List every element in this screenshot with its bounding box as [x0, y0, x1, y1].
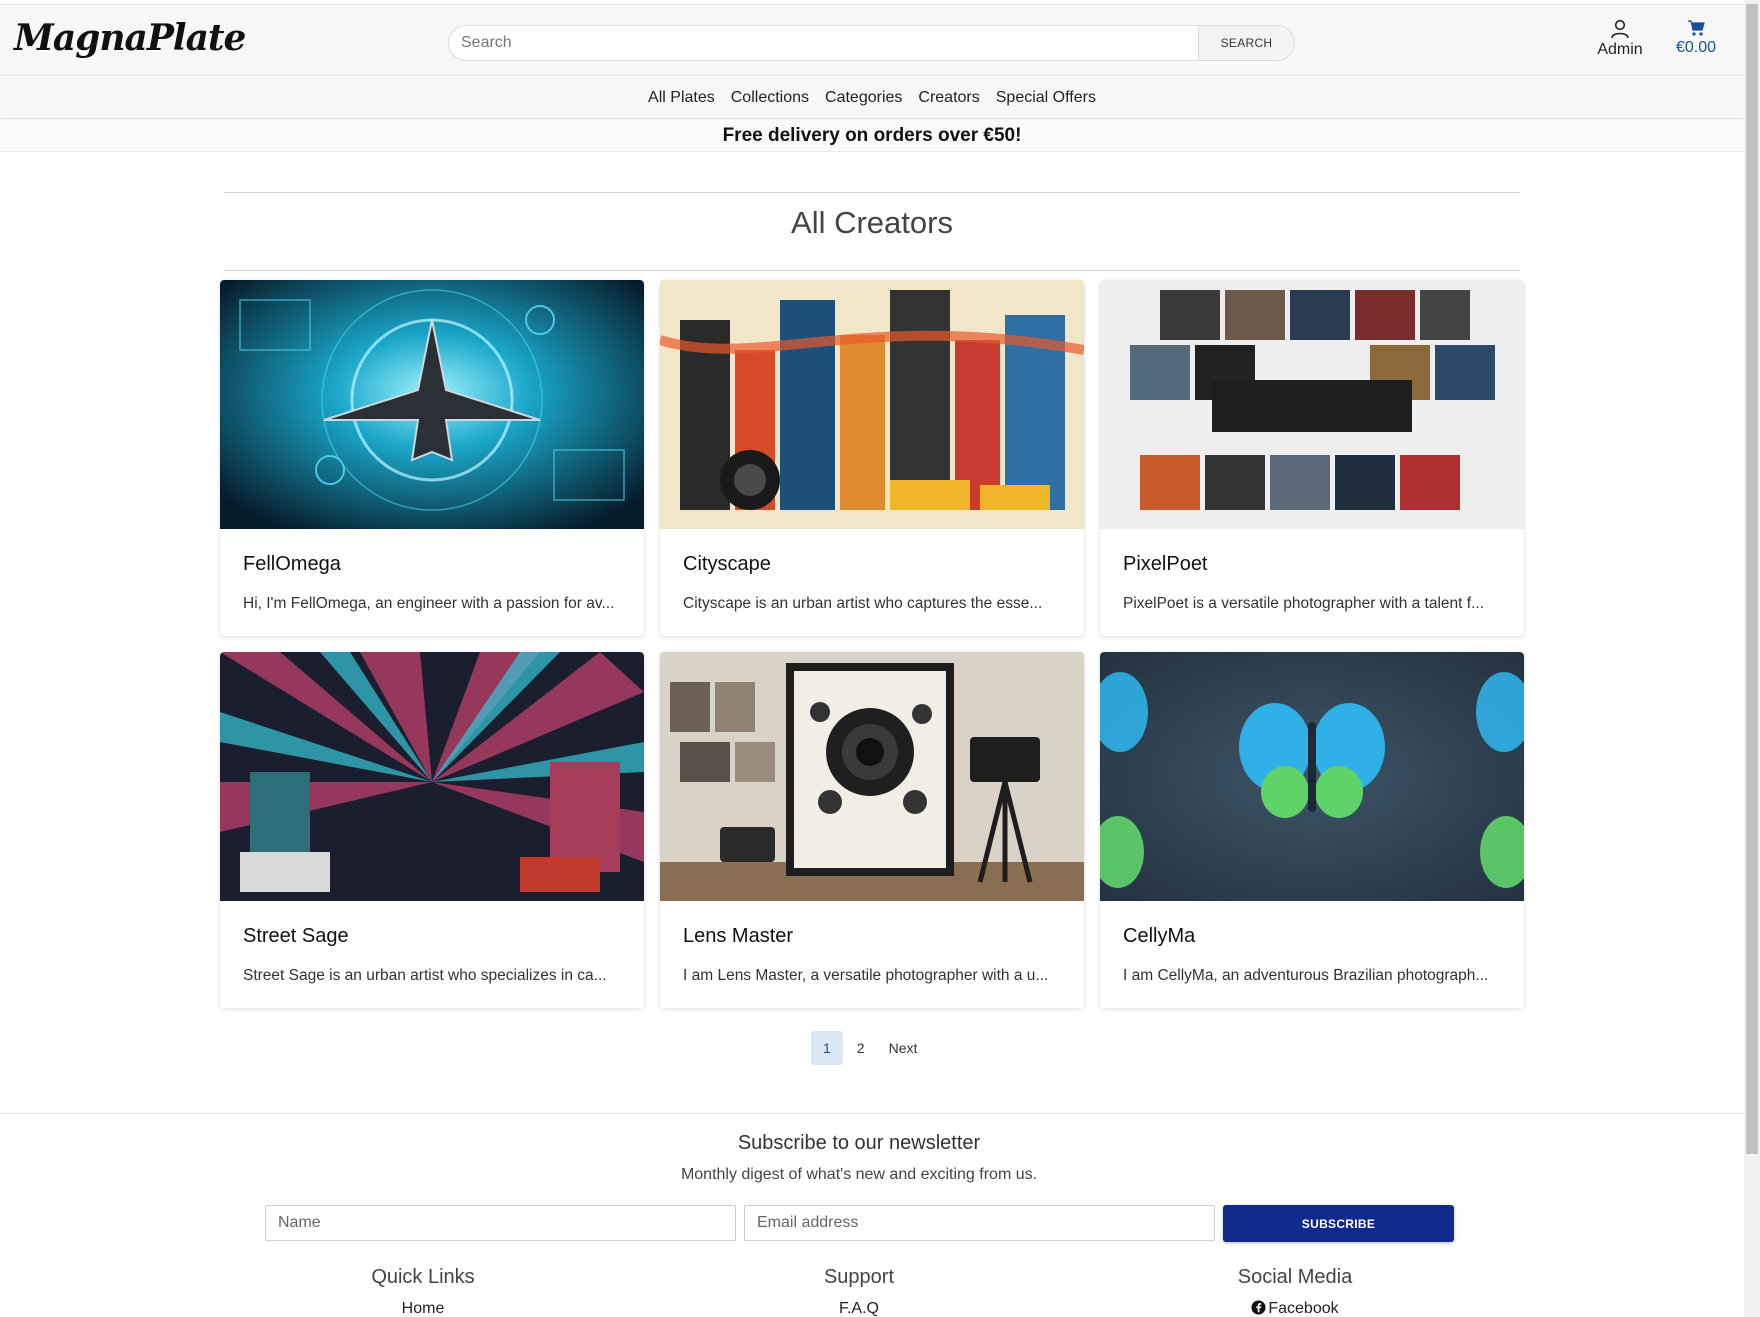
- footer-link-faq[interactable]: F.A.Q: [739, 1300, 979, 1317]
- creator-description: I am CellyMa, an adventurous Brazilian p…: [1123, 967, 1489, 984]
- quick-links-heading: Quick Links: [371, 1266, 475, 1288]
- nav-item-special-offers[interactable]: Special Offers: [988, 89, 1104, 107]
- cart-link[interactable]: €0.00: [1666, 19, 1726, 57]
- cart-icon: [1688, 20, 1705, 36]
- support-heading: Support: [823, 1266, 895, 1288]
- nav-item-collections[interactable]: Collections: [723, 89, 817, 107]
- creator-card-lens-master[interactable]: Lens Master I am Lens Master, a versatil…: [660, 652, 1084, 1008]
- creator-card-street-sage[interactable]: Street Sage Street Sage is an urban arti…: [220, 652, 644, 1008]
- creator-image-street-sage[interactable]: [220, 652, 644, 901]
- creator-image-lens-master[interactable]: [660, 652, 1084, 901]
- subscribe-button[interactable]: SUBSCRIBE: [1223, 1205, 1454, 1242]
- creator-name[interactable]: Lens Master: [660, 901, 1084, 959]
- creator-card-fellomega[interactable]: FellOmega Hi, I'm FellOmega, an engineer…: [220, 280, 644, 636]
- page-1-button[interactable]: 1: [811, 1031, 843, 1065]
- creator-image-cellyma[interactable]: [1100, 652, 1524, 901]
- cart-total: €0.00: [1675, 39, 1717, 56]
- scrollbar-thumb[interactable]: [1746, 4, 1758, 1154]
- creator-description: Cityscape is an urban artist who capture…: [683, 595, 1043, 612]
- creator-grid: FellOmega Hi, I'm FellOmega, an engineer…: [220, 280, 1524, 1008]
- footer-link-facebook[interactable]: Facebook: [1175, 1300, 1415, 1317]
- nav-item-categories[interactable]: Categories: [817, 89, 910, 107]
- next-page-button[interactable]: Next: [879, 1031, 928, 1065]
- search-bar: SEARCH: [448, 25, 1295, 61]
- newsletter-title: Subscribe to our newsletter: [737, 1132, 981, 1154]
- title-divider-top: [224, 192, 1520, 193]
- creator-description: PixelPoet is a versatile photographer wi…: [1123, 595, 1485, 612]
- site-logo[interactable]: MagnaPlate: [14, 17, 246, 59]
- creator-card-cityscape[interactable]: Cityscape Cityscape is an urban artist w…: [660, 280, 1084, 636]
- page-2-button[interactable]: 2: [847, 1031, 875, 1065]
- title-divider-bottom: [224, 270, 1520, 271]
- newsletter-email-field[interactable]: [744, 1205, 1215, 1241]
- account-link[interactable]: Admin: [1590, 19, 1650, 59]
- creator-image-cityscape[interactable]: [660, 280, 1084, 529]
- creator-name[interactable]: PixelPoet: [1100, 529, 1524, 587]
- nav-item-creators[interactable]: Creators: [910, 89, 987, 107]
- main-nav: All Plates Collections Categories Creato…: [0, 77, 1744, 119]
- creator-description: Hi, I'm FellOmega, an engineer with a pa…: [243, 595, 615, 612]
- creator-name[interactable]: CellyMa: [1100, 901, 1524, 959]
- search-input[interactable]: [449, 26, 1198, 60]
- creator-name[interactable]: Street Sage: [220, 901, 644, 959]
- facebook-label: Facebook: [1268, 1300, 1339, 1317]
- creator-image-fellomega[interactable]: [220, 280, 644, 529]
- page-title: All Creators: [791, 205, 953, 240]
- creator-name[interactable]: FellOmega: [220, 529, 644, 587]
- footer-link-home[interactable]: Home: [303, 1300, 543, 1317]
- newsletter-subtitle: Monthly digest of what's new and excitin…: [680, 1166, 1038, 1183]
- footer: Subscribe to our newsletter Monthly dige…: [0, 1113, 1744, 1317]
- creator-card-pixelpoet[interactable]: PixelPoet PixelPoet is a versatile photo…: [1100, 280, 1524, 636]
- user-icon: [1611, 19, 1629, 39]
- creator-description: Street Sage is an urban artist who speci…: [243, 967, 607, 984]
- facebook-icon: [1251, 1300, 1266, 1315]
- nav-item-all-plates[interactable]: All Plates: [640, 89, 723, 107]
- creator-image-pixelpoet[interactable]: [1100, 280, 1524, 529]
- newsletter-name-field[interactable]: [265, 1205, 736, 1241]
- top-header: MagnaPlate SEARCH Admin €0.00: [0, 4, 1744, 76]
- account-label: Admin: [1597, 41, 1643, 58]
- pagination: 1 2 Next: [811, 1031, 927, 1065]
- creator-name[interactable]: Cityscape: [660, 529, 1084, 587]
- creator-card-cellyma[interactable]: CellyMa I am CellyMa, an adventurous Bra…: [1100, 652, 1524, 1008]
- creator-description: I am Lens Master, a versatile photograph…: [683, 967, 1049, 984]
- social-media-heading: Social Media: [1237, 1266, 1353, 1288]
- promo-banner: Free delivery on orders over €50!: [0, 120, 1744, 152]
- search-button[interactable]: SEARCH: [1198, 26, 1294, 60]
